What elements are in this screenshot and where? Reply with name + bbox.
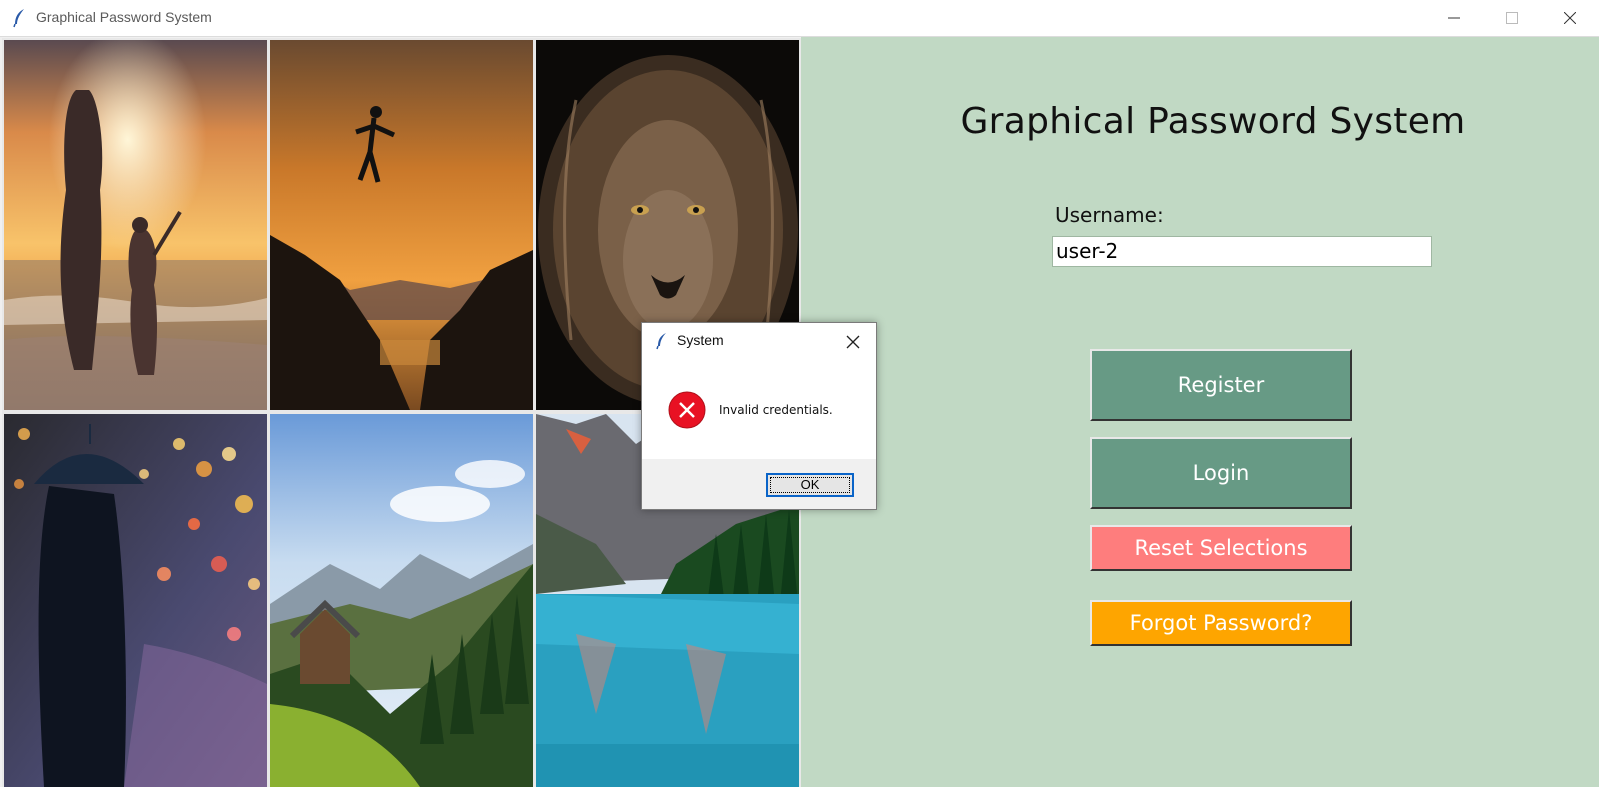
login-panel: Graphical Password System Username: user… <box>801 37 1599 787</box>
reset-selections-button[interactable]: Reset Selections <box>1090 525 1352 571</box>
username-input[interactable]: user-2 <box>1052 236 1432 267</box>
window-title-bar: Graphical Password System <box>0 0 1599 37</box>
dialog-footer: OK <box>642 459 876 509</box>
feather-icon <box>655 332 669 350</box>
beach-sunset-mother-child-image[interactable] <box>4 40 267 410</box>
forgot-password-button[interactable]: Forgot Password? <box>1090 600 1352 646</box>
minimize-button[interactable] <box>1425 0 1483 36</box>
page-title: Graphical Password System <box>960 101 1466 142</box>
mountain-cabin-valley-image[interactable] <box>270 414 533 787</box>
umbrella-rainy-night-image[interactable] <box>4 414 267 787</box>
dialog-close-icon[interactable] <box>842 331 864 353</box>
dialog-title: System <box>677 332 724 348</box>
error-icon <box>668 391 706 429</box>
ok-button[interactable]: OK <box>766 473 854 497</box>
error-dialog: System Invalid credentials. OK <box>641 322 877 510</box>
maximize-button[interactable] <box>1483 0 1541 36</box>
register-button[interactable]: Register <box>1090 349 1352 421</box>
feather-icon <box>12 8 28 28</box>
dialog-message: Invalid credentials. <box>719 403 833 417</box>
close-window-button[interactable] <box>1541 0 1599 36</box>
jumping-person-sunset-image[interactable] <box>270 40 533 410</box>
username-label: Username: <box>1055 203 1164 227</box>
window-title: Graphical Password System <box>36 9 212 25</box>
login-button[interactable]: Login <box>1090 437 1352 509</box>
